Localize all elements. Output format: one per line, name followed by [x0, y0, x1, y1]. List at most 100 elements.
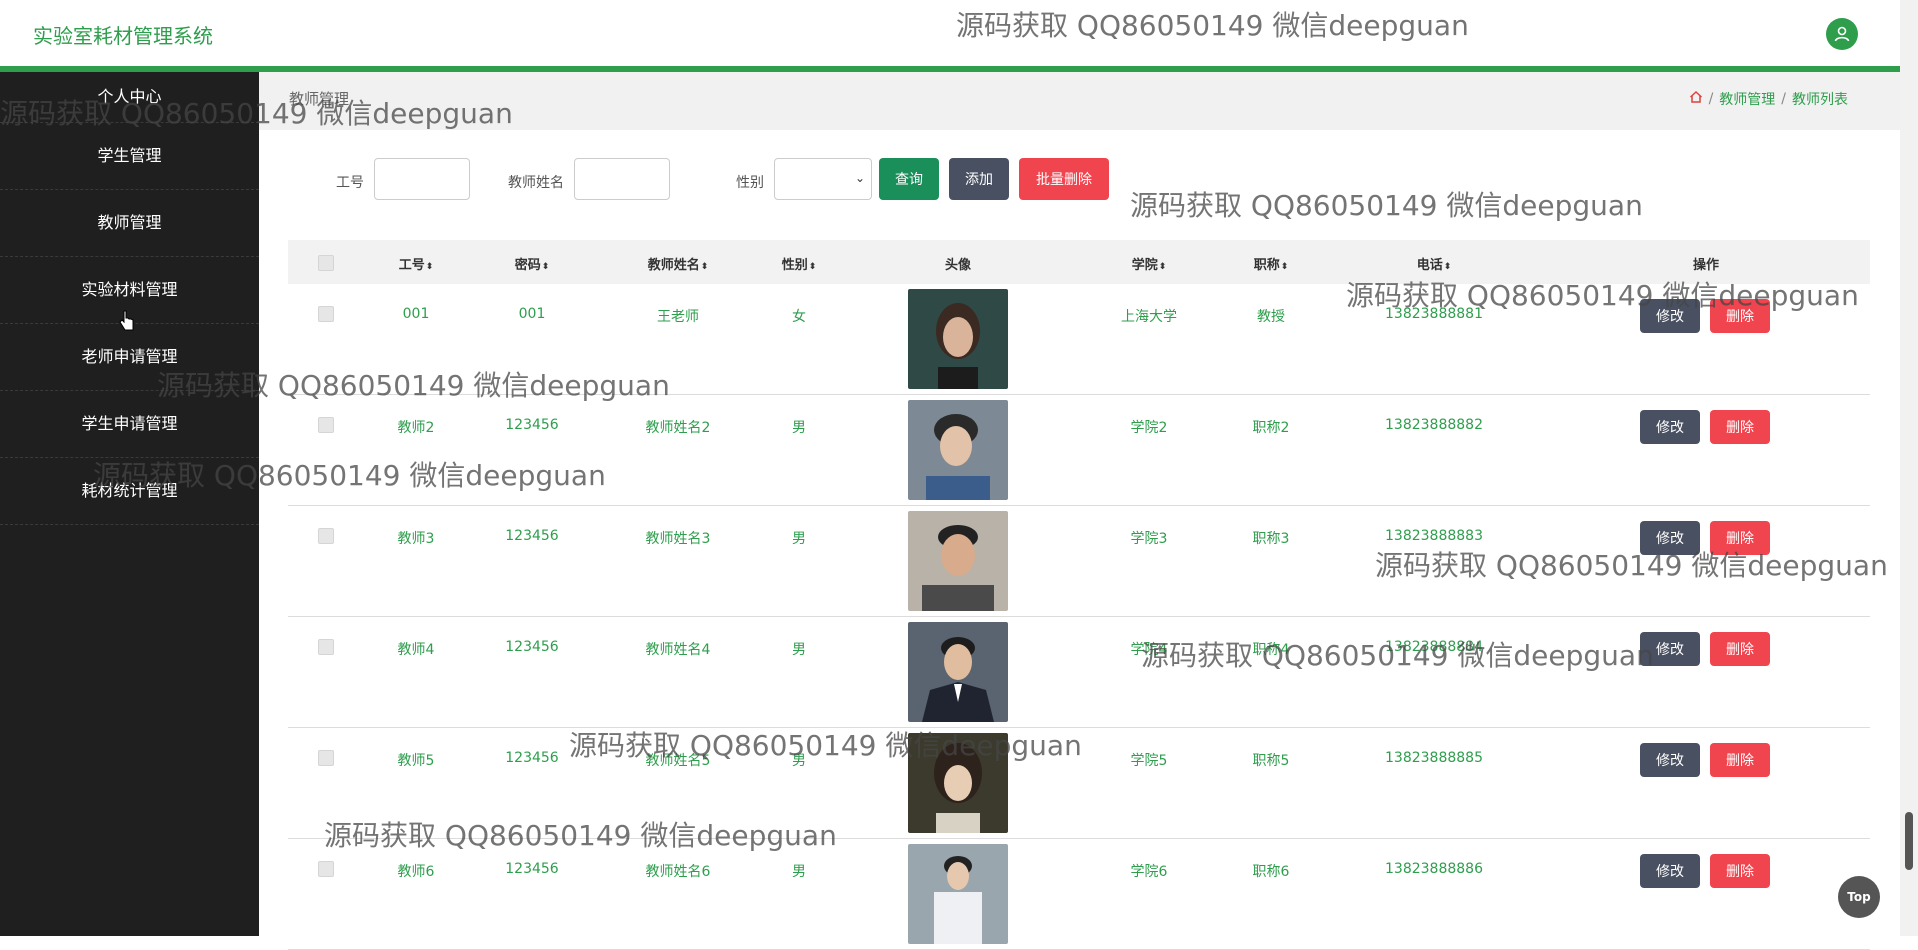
- gender-label: 性别: [736, 175, 764, 191]
- cell-password: 123456: [505, 861, 559, 877]
- table-row: 教师2 123456 教师姓名2 男 学院2 职称2 13823888882 修…: [288, 395, 1870, 506]
- delete-button[interactable]: 删除: [1710, 521, 1770, 555]
- select-all-checkbox[interactable]: [318, 255, 334, 271]
- user-avatar-icon[interactable]: [1826, 18, 1858, 50]
- header-gender[interactable]: 性别⬍: [782, 254, 817, 273]
- breadcrumb-teacher-list: 教师列表: [1792, 92, 1848, 108]
- main-content: 教师管理 / 教师管理 / 教师列表 工号 教师姓名 性别 ⌄ 查询 添加 批量…: [259, 72, 1900, 950]
- delete-button[interactable]: 删除: [1710, 743, 1770, 777]
- cell-title: 职称5: [1252, 753, 1290, 769]
- cell-id: 001: [402, 306, 430, 322]
- cell-gender: 男: [792, 531, 806, 547]
- row-checkbox[interactable]: [318, 417, 334, 433]
- cell-college: 学院6: [1130, 864, 1168, 880]
- cell-title: 职称2: [1252, 420, 1290, 436]
- sort-icon: ⬍: [1443, 262, 1452, 272]
- teacher-photo: [908, 289, 1008, 389]
- delete-button[interactable]: 删除: [1710, 632, 1770, 666]
- cell-gender: 女: [792, 309, 806, 325]
- breadcrumb: / 教师管理 / 教师列表: [1689, 89, 1848, 109]
- sidebar-item-consumable-stats[interactable]: 耗材统计管理: [0, 458, 259, 525]
- delete-button[interactable]: 删除: [1710, 299, 1770, 333]
- batch-delete-button[interactable]: 批量删除: [1019, 158, 1109, 200]
- row-checkbox[interactable]: [318, 750, 334, 766]
- table-row: 001 001 王老师 女 上海大学 教授 13823888881 修改 删除: [288, 284, 1870, 395]
- cell-college: 学院2: [1130, 420, 1168, 436]
- cell-password: 123456: [505, 528, 559, 544]
- back-to-top-button[interactable]: Top: [1838, 876, 1880, 918]
- header-password[interactable]: 密码⬍: [515, 254, 550, 273]
- cell-id: 教师5: [397, 753, 435, 769]
- query-button[interactable]: 查询: [879, 158, 939, 200]
- row-checkbox[interactable]: [318, 306, 334, 322]
- row-checkbox[interactable]: [318, 861, 334, 877]
- cell-id: 教师4: [397, 642, 435, 658]
- header-actions: 操作: [1692, 258, 1720, 273]
- cell-phone: 13823888884: [1385, 639, 1483, 655]
- edit-button[interactable]: 修改: [1640, 521, 1700, 555]
- header-title-label: 职称: [1253, 258, 1280, 273]
- edit-button[interactable]: 修改: [1640, 299, 1700, 333]
- cell-name: 教师姓名5: [645, 753, 711, 769]
- breadcrumb-separator: /: [1708, 91, 1714, 107]
- cell-title: 教授: [1257, 309, 1285, 325]
- gender-select[interactable]: ⌄: [774, 158, 872, 200]
- breadcrumb-teacher-management[interactable]: 教师管理: [1719, 89, 1775, 109]
- chevron-down-icon: ⌄: [854, 171, 865, 185]
- teacher-photo: [908, 622, 1008, 722]
- cell-name: 王老师: [657, 309, 699, 325]
- name-input[interactable]: [574, 158, 670, 200]
- cell-title: 职称3: [1252, 531, 1290, 547]
- header-phone-label: 电话: [1416, 258, 1443, 273]
- row-checkbox[interactable]: [318, 639, 334, 655]
- row-checkbox[interactable]: [318, 528, 334, 544]
- cell-name: 教师姓名3: [645, 531, 711, 547]
- cell-id: 教师6: [397, 864, 435, 880]
- cell-id: 教师2: [397, 420, 435, 436]
- cell-gender: 男: [792, 420, 806, 436]
- name-label: 教师姓名: [508, 175, 564, 191]
- cell-id: 教师3: [397, 531, 435, 547]
- edit-button[interactable]: 修改: [1640, 854, 1700, 888]
- app-title: 实验室耗材管理系统: [33, 24, 213, 48]
- sort-icon: ⬍: [541, 262, 550, 272]
- sort-icon: ⬍: [425, 262, 434, 272]
- header-college[interactable]: 学院⬍: [1132, 254, 1167, 273]
- add-button[interactable]: 添加: [949, 158, 1009, 200]
- table-row: 教师6 123456 教师姓名6 男 学院6 职称6 13823888886 修…: [288, 839, 1870, 950]
- sidebar-item-teachers[interactable]: 教师管理: [0, 190, 259, 257]
- header-password-label: 密码: [514, 258, 541, 273]
- cell-title: 职称4: [1252, 642, 1290, 658]
- header-phone[interactable]: 电话⬍: [1417, 254, 1452, 273]
- delete-button[interactable]: 删除: [1710, 854, 1770, 888]
- delete-button[interactable]: 删除: [1710, 410, 1770, 444]
- cell-college: 学院3: [1130, 531, 1168, 547]
- cell-gender: 男: [792, 864, 806, 880]
- sidebar-item-students[interactable]: 学生管理: [0, 123, 259, 190]
- edit-button[interactable]: 修改: [1640, 632, 1700, 666]
- sort-icon: ⬍: [700, 262, 709, 272]
- cell-password: 123456: [505, 750, 559, 766]
- edit-button[interactable]: 修改: [1640, 410, 1700, 444]
- cell-password: 001: [518, 306, 546, 322]
- edit-button[interactable]: 修改: [1640, 743, 1700, 777]
- header-id-label: 工号: [398, 258, 425, 273]
- header-id[interactable]: 工号⬍: [399, 254, 434, 273]
- cell-name: 教师姓名6: [645, 864, 711, 880]
- id-input[interactable]: [374, 158, 470, 200]
- cell-password: 123456: [505, 417, 559, 433]
- sidebar-item-personal-center[interactable]: 个人中心: [0, 72, 259, 123]
- header-name-label: 教师姓名: [647, 258, 700, 273]
- sidebar-item-student-applications[interactable]: 学生申请管理: [0, 391, 259, 458]
- cell-phone: 13823888881: [1385, 306, 1483, 322]
- hand-cursor-icon: [119, 310, 135, 336]
- table-row: 教师4 123456 教师姓名4 男 学院4 职称4 13823888884 修…: [288, 617, 1870, 728]
- vertical-scrollbar[interactable]: [1900, 0, 1918, 936]
- header-name[interactable]: 教师姓名⬍: [648, 254, 709, 273]
- teacher-table: 工号⬍ 密码⬍ 教师姓名⬍ 性别⬍ 头像 学院⬍ 职称⬍ 电话⬍ 操作 001 …: [288, 240, 1870, 950]
- cell-name: 教师姓名4: [645, 642, 711, 658]
- home-icon[interactable]: [1689, 90, 1703, 108]
- cell-college: 学院5: [1130, 753, 1168, 769]
- header-title[interactable]: 职称⬍: [1254, 254, 1289, 273]
- scrollbar-thumb[interactable]: [1905, 812, 1913, 870]
